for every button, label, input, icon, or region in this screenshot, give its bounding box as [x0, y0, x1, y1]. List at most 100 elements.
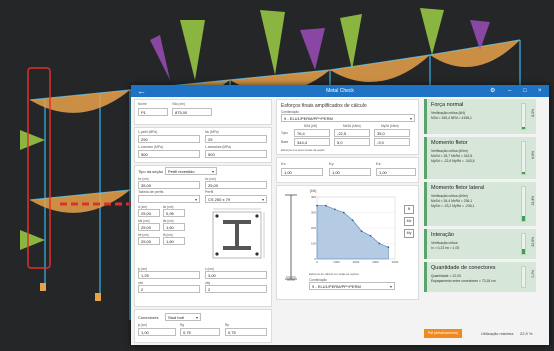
conectores-label: Conectores	[138, 315, 159, 320]
combination-select[interactable]: 9 - ELU1/PERM/PP+PERM ▾	[281, 114, 415, 122]
topo-mysd: 35,0	[374, 129, 410, 137]
perfil-select[interactable]: CS 250 x 79 ▾	[205, 195, 267, 203]
forces-chart: 40030020010000 1000 2000 3000 4000	[311, 195, 399, 264]
kz-input[interactable]: 1,00	[376, 168, 416, 176]
max-usage-label: Utilização máxima	[481, 331, 514, 336]
result-line: Verificação crítica (kN)	[431, 111, 465, 115]
result-title: Momento fletor lateral	[431, 185, 485, 191]
phi2-input[interactable]: 1,00	[138, 328, 176, 336]
window-title: Metal Check	[326, 88, 354, 94]
maximize-button[interactable]: □	[523, 85, 527, 97]
chart-caption: Esforços de cálculo em todas as seções	[309, 272, 359, 276]
result-pct: 8,3%	[531, 109, 535, 117]
y-tick-label: 200	[311, 226, 316, 230]
data-point	[360, 230, 363, 232]
fck-input[interactable]: 25	[205, 135, 267, 143]
close-button[interactable]: ×	[538, 85, 542, 97]
vao-input[interactable]: 875,00	[172, 108, 212, 116]
tabela-label: Tabela de perfis	[138, 190, 164, 194]
result-quantidade-conectores[interactable]: Quantidade de conectores Quantidade = 12…	[424, 262, 536, 292]
side-button-mx[interactable]: Mx	[404, 217, 414, 226]
phi-input[interactable]: 1,25	[138, 271, 200, 279]
result-pct: 15,4%	[531, 196, 535, 206]
hc-input[interactable]: 25,00	[205, 181, 267, 189]
pdf-report-button[interactable]: Pdf (detalhamento)	[424, 329, 462, 338]
x-tick-label: 2000	[353, 260, 360, 264]
bfi-input[interactable]: 25,00	[138, 237, 160, 245]
result-title: Força normal	[431, 102, 464, 108]
d-input[interactable]: 25,00	[138, 209, 160, 217]
settings-gear-icon[interactable]: ⚙	[490, 85, 495, 97]
fck-label: fck (MPa)	[205, 130, 219, 134]
connectors-panel: Conectores Stud bolt ▾ ϕ (cm) Rg Rp 1,00 …	[134, 309, 272, 343]
result-line: Iv = 0,23 Im = 1,00	[431, 246, 460, 250]
data-point	[378, 242, 381, 245]
k-factors-panel: Kx Ky Kz 1,00 1,00 1,00	[276, 157, 419, 183]
tipo-select[interactable]: Perfil revestido ▾	[165, 167, 217, 175]
result-bar	[521, 186, 526, 222]
result-momento-fletor-lateral[interactable]: Momento fletor lateral Verificação críti…	[424, 182, 536, 226]
data-point	[351, 219, 354, 222]
kx-input[interactable]: 1,00	[281, 168, 323, 176]
identification-panel: Nome Vão (cm) P1 875,00	[134, 99, 272, 125]
side-button-my[interactable]: My	[404, 229, 414, 238]
x-tick-label: 1000	[333, 260, 340, 264]
rg-input[interactable]: 0,75	[180, 328, 220, 336]
result-line: NSd = 345,4 NRd = 4158,1	[431, 116, 472, 120]
result-title: Interação	[431, 232, 454, 238]
base-mysd: -9,0	[374, 138, 410, 146]
c-input[interactable]: 3,00	[205, 271, 267, 279]
result-line: MySd = -23,2 MyRd = -236,1	[431, 204, 475, 208]
tw-input[interactable]: 0,95	[163, 209, 185, 217]
result-line: Verificação crítica (kNm)	[431, 149, 468, 153]
nbx-input[interactable]: 2	[138, 285, 200, 293]
bc-input[interactable]: 35,00	[138, 181, 200, 189]
y-tick-label: 100	[311, 242, 316, 246]
result-forca-normal[interactable]: Força normal Verificação crítica (kN) NS…	[424, 99, 536, 134]
perfil-label: Perfil	[205, 190, 214, 194]
data-point	[387, 246, 390, 249]
result-title: Quantidade de conectores	[431, 265, 496, 271]
nby-input[interactable]: 2	[205, 285, 267, 293]
y-tick-label: 400	[311, 195, 316, 199]
fu-conector-input[interactable]: 500	[138, 150, 200, 158]
ky-input[interactable]: 1,00	[329, 168, 371, 176]
fu-conector-label: fᵤ conector (MPa)	[138, 145, 163, 149]
fy-armadura-input[interactable]: 500	[205, 150, 267, 158]
minimize-button[interactable]: –	[508, 85, 511, 97]
result-momento-fletor[interactable]: Momento fletor Verificação crítica (kNm)…	[424, 137, 536, 179]
conectores-select[interactable]: Stud bolt ▾	[165, 313, 201, 321]
rp-label: Rp	[225, 323, 230, 327]
result-pct: 22,9%	[531, 237, 535, 247]
vao-label: Vão (cm)	[172, 102, 185, 106]
result-pct: 0,0%	[531, 270, 535, 278]
topo-nsd: 76,4	[294, 129, 330, 137]
result-interacao[interactable]: Interação Verificação crítica Iv = 0,23 …	[424, 229, 536, 259]
forces-header: Esforços finais amplificados de cálculo	[281, 103, 367, 109]
tabela-select[interactable]: ▾	[138, 195, 200, 203]
rp-input[interactable]: 0,75	[225, 328, 267, 336]
bfs-input[interactable]: 25,00	[138, 223, 160, 231]
topo-mxsd: -22,5	[334, 129, 370, 137]
title-bar: ← Metal Check ⚙ – □ ×	[131, 85, 549, 97]
tfi-input[interactable]: 1,60	[163, 237, 185, 245]
result-bar	[521, 103, 526, 130]
combination2-select[interactable]: 9 - ELU1/PERM/PP+PERM ▾	[309, 282, 395, 290]
result-line: Espaçamento entre conectores = 73,18 cm	[431, 279, 496, 283]
topo-label: Topo	[281, 131, 288, 135]
x-tick-label: 3000	[372, 260, 379, 264]
x-tick-label: 4000	[392, 260, 399, 264]
data-point	[316, 204, 318, 207]
fy-perfil-input[interactable]: 290	[138, 135, 200, 143]
tfs-input[interactable]: 1,60	[163, 223, 185, 231]
result-pct: 6,6%	[531, 151, 535, 159]
result-line: MxSd = 18,7 MxRd = 343,5	[431, 154, 473, 158]
result-bar	[521, 141, 526, 175]
nome-input[interactable]: P1	[138, 108, 168, 116]
data-point	[342, 211, 345, 214]
data-point	[333, 208, 336, 211]
side-button-n[interactable]: N	[404, 205, 414, 214]
result-title: Momento fletor	[431, 140, 468, 146]
x-tick-label: 0	[316, 260, 318, 264]
result-line: MySd = -22,6 MyRd = -343,5	[431, 159, 475, 163]
